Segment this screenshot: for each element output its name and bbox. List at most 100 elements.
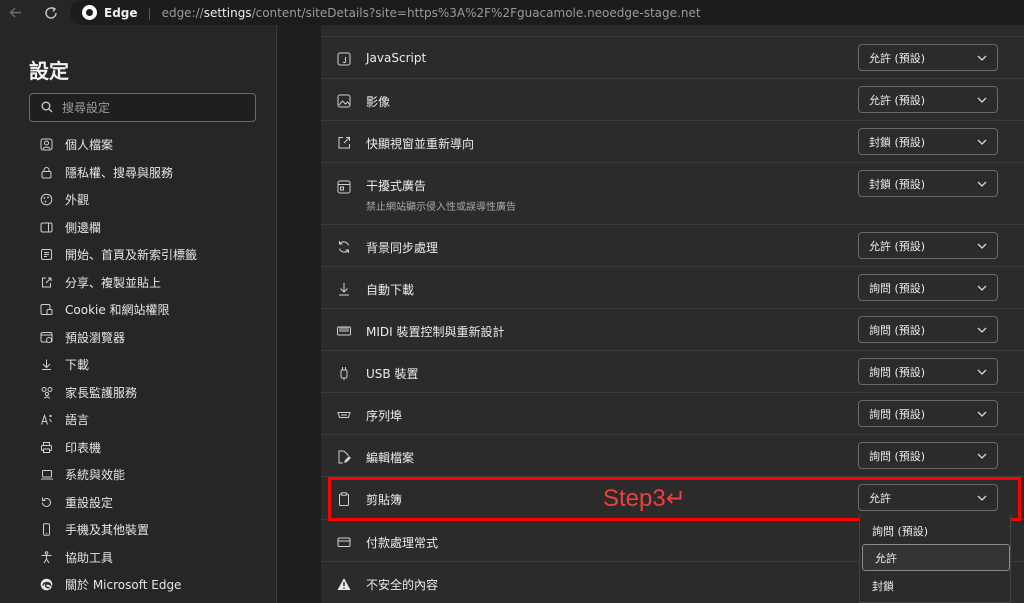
chevron-down-icon — [977, 327, 987, 333]
select-value: 詢問 (預設) — [869, 407, 926, 421]
sidebar-item-sidebar[interactable]: 側邊欄 — [0, 214, 277, 242]
permission-select-images[interactable]: 允許 (預設) — [858, 86, 998, 113]
sidebar-item-label: 系統與效能 — [65, 468, 126, 483]
sync-icon — [339, 241, 349, 253]
dropdown-option-block[interactable]: 封鎖 — [860, 572, 1012, 599]
browser-icon — [39, 330, 54, 345]
download-icon — [339, 283, 349, 296]
permission-select-background-sync[interactable]: 允許 (預設) — [858, 232, 998, 259]
ads-icon — [337, 180, 351, 194]
select-value: 詢問 (預設) — [869, 281, 926, 295]
sidebar-item-printers[interactable]: 印表機 — [0, 434, 277, 462]
permission-label: JavaScript — [366, 51, 427, 65]
sidebar-item-profiles[interactable]: 個人檔案 — [0, 131, 277, 159]
dropdown-option-ask[interactable]: 詢問 (預設) — [860, 517, 1012, 544]
reset-icon — [39, 495, 54, 510]
warning-icon — [337, 578, 351, 590]
cookie-icon — [39, 302, 54, 317]
permission-select-midi[interactable]: 詢問 (預設) — [858, 316, 998, 343]
url-scheme: edge:// — [161, 5, 204, 20]
search-input[interactable] — [62, 98, 247, 118]
clipboard-dropdown-menu: 詢問 (預設) 允許 封鎖 — [859, 514, 1011, 603]
language-icon — [39, 412, 54, 427]
permission-row-automatic-downloads: 自動下載 詢問 (預設) — [321, 266, 1024, 308]
browser-name: Edge — [104, 5, 138, 20]
download-icon — [39, 357, 54, 372]
home-icon — [39, 247, 54, 262]
permission-select-javascript[interactable]: 允許 (預設) — [858, 44, 998, 71]
sidebar-item-label: 語言 — [65, 413, 90, 428]
permission-select-automatic-downloads[interactable]: 詢問 (預設) — [858, 274, 998, 301]
permission-row-midi: MIDI 裝置控制與重新設計 詢問 (預設) — [321, 308, 1024, 350]
refresh-icon — [45, 6, 57, 19]
select-value: 詢問 (預設) — [869, 323, 926, 337]
dropdown-option-allow[interactable]: 允許 — [862, 544, 1010, 571]
url-query: /content/siteDetails?site=https%3A%2F%2F… — [251, 5, 701, 20]
step-annotation: Step3↵ — [603, 485, 686, 512]
sidebar-item-privacy[interactable]: 隱私權、搜尋與服務 — [0, 159, 277, 187]
clipboard-icon — [339, 492, 349, 506]
sidebar-item-start-home[interactable]: 開始、首頁及新索引標籤 — [0, 241, 277, 269]
permission-label: 快顯視窗並重新導向 — [366, 137, 475, 151]
sidebar-item-label: 預設瀏覽器 — [65, 330, 126, 345]
back-button[interactable] — [0, 0, 30, 25]
chevron-down-icon — [977, 453, 987, 459]
sidebar-item-label: 印表機 — [65, 440, 102, 455]
chevron-down-icon — [977, 55, 987, 61]
select-value: 允許 (預設) — [869, 93, 926, 107]
sidebar-nav: 個人檔案 隱私權、搜尋與服務 外觀 側邊欄 開始、首頁及新索引標籤 分享、複製並… — [0, 131, 277, 599]
sidebar-item-cookies[interactable]: Cookie 和網站權限 — [0, 296, 277, 324]
sidebar-item-phone[interactable]: 手機及其他裝置 — [0, 516, 277, 544]
refresh-button[interactable] — [36, 0, 66, 25]
sidebar-item-label: 手機及其他裝置 — [65, 523, 150, 538]
permission-select-clipboard[interactable]: 允許 — [858, 484, 998, 511]
edge-icon — [39, 577, 54, 592]
select-value: 允許 — [869, 491, 891, 505]
sidebar-item-family[interactable]: 家長監護服務 — [0, 379, 277, 407]
permission-select-usb[interactable]: 詢問 (預設) — [858, 358, 998, 385]
sidebar-item-accessibility[interactable]: 協助工具 — [0, 544, 277, 572]
sidebar-item-label: 外觀 — [65, 193, 90, 208]
permission-description: 禁止網站顯示侵入性或誤導性廣告 — [366, 202, 516, 213]
address-bar[interactable]: Edge | edge:// settings /content/siteDet… — [70, 0, 1024, 25]
search-box[interactable] — [29, 93, 256, 122]
chevron-down-icon — [977, 495, 987, 501]
select-value: 封鎖 (預設) — [869, 135, 926, 149]
permission-label: 影像 — [366, 95, 391, 109]
sidebar-item-languages[interactable]: 語言 — [0, 406, 277, 434]
lock-icon — [39, 165, 54, 180]
sidebar-item-downloads[interactable]: 下載 — [0, 351, 277, 379]
permission-label: 序列埠 — [366, 409, 403, 423]
image-icon — [337, 94, 351, 108]
permission-label: 自動下載 — [366, 283, 415, 297]
permission-row-popups: 快顯視窗並重新導向 封鎖 (預設) — [321, 120, 1024, 162]
address-separator: | — [147, 5, 152, 20]
chevron-down-icon — [977, 369, 987, 375]
popup-icon — [338, 137, 350, 149]
permission-select-popups[interactable]: 封鎖 (預設) — [858, 128, 998, 155]
permission-select-ads[interactable]: 封鎖 (預設) — [858, 170, 998, 197]
permission-label: 背景同步處理 — [366, 241, 439, 255]
palette-icon — [39, 192, 54, 207]
browser-toolbar: Edge | edge:// settings /content/siteDet… — [0, 0, 1024, 25]
sidebar-item-share[interactable]: 分享、複製並貼上 — [0, 269, 277, 297]
sidebar-item-system[interactable]: 系統與效能 — [0, 461, 277, 489]
chevron-down-icon — [977, 411, 987, 417]
edge-logo-icon — [82, 5, 97, 20]
sidebar-item-label: 關於 Microsoft Edge — [65, 578, 182, 593]
sidebar-item-label: 開始、首頁及新索引標籤 — [65, 248, 198, 263]
permission-label: USB 裝置 — [366, 367, 419, 381]
select-value: 允許 (預設) — [869, 51, 926, 65]
permission-select-file-editing[interactable]: 詢問 (預設) — [858, 442, 998, 469]
select-value: 封鎖 (預設) — [869, 177, 926, 191]
javascript-icon — [337, 52, 351, 66]
permission-row-javascript: JavaScript 允許 (預設) — [321, 36, 1024, 78]
sidebar-item-default-browser[interactable]: 預設瀏覽器 — [0, 324, 277, 352]
family-icon — [39, 385, 54, 400]
sidebar-item-appearance[interactable]: 外觀 — [0, 186, 277, 214]
permission-select-serial-ports[interactable]: 詢問 (預設) — [858, 400, 998, 427]
sidebar-item-about[interactable]: 關於 Microsoft Edge — [0, 571, 277, 599]
serial-port-icon — [337, 412, 351, 418]
select-value: 詢問 (預設) — [869, 449, 926, 463]
sidebar-item-reset[interactable]: 重設設定 — [0, 489, 277, 517]
